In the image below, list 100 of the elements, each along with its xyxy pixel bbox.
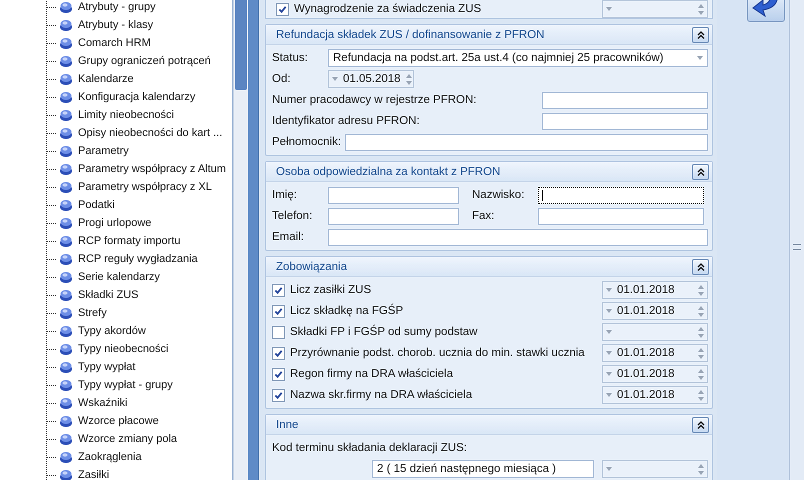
tree-item[interactable]: Typy wypłat - grupy xyxy=(78,379,173,391)
double-chevron-icon xyxy=(696,420,706,430)
caret-icon xyxy=(606,467,612,471)
tree-item[interactable]: Parametry współpracy z Altum xyxy=(78,163,226,175)
caret-icon xyxy=(606,309,612,313)
disk-icon xyxy=(59,162,73,176)
date-spinner[interactable]: 01.01.2018 xyxy=(602,365,708,383)
checkbox[interactable] xyxy=(272,326,285,338)
tree-item[interactable]: Podatki xyxy=(78,199,115,211)
section-title: Inne xyxy=(276,418,298,430)
checkbox-label: Nazwa skr.firmy na DRA właściciela xyxy=(290,389,474,401)
checkbox[interactable] xyxy=(272,284,285,296)
field-label: Od: xyxy=(272,73,292,85)
spinner[interactable] xyxy=(602,460,708,478)
tree-item[interactable]: Typy akordów xyxy=(78,325,146,337)
disk-icon xyxy=(59,468,73,480)
tree-item[interactable]: Limity nieobecności xyxy=(78,109,174,121)
input-field[interactable] xyxy=(538,208,704,224)
disk-icon xyxy=(59,306,73,320)
tree-item[interactable]: Strefy xyxy=(78,307,107,319)
collapse-button[interactable] xyxy=(692,164,709,180)
disk-icon xyxy=(59,270,73,284)
up-down-icon xyxy=(698,368,704,380)
checkbox[interactable] xyxy=(272,346,285,360)
tree-item[interactable]: Typy wypłat xyxy=(78,361,136,373)
checkbox-label: Składki FP i FGŚP od sumy podstaw xyxy=(290,326,478,338)
tree-item[interactable]: Atrybuty - klasy xyxy=(78,19,154,31)
input-field[interactable] xyxy=(328,228,708,246)
date-spinner[interactable]: 01.05.2018 xyxy=(328,70,414,88)
up-down-icon xyxy=(698,348,704,358)
checkbox[interactable] xyxy=(272,368,285,380)
caret-icon xyxy=(606,372,612,376)
checkbox-label: Przyrównanie podst. chorob. ucznia do min. stawki ucznia xyxy=(290,347,586,359)
collapse-button[interactable] xyxy=(692,258,709,274)
splitter-bar[interactable] xyxy=(248,0,259,480)
tree-item[interactable]: RCP formaty importu xyxy=(78,235,180,247)
checkbox-label: Licz składkę na FGŚP xyxy=(290,305,404,317)
tree-item[interactable]: Typy nieobecności xyxy=(78,343,168,355)
caret-icon xyxy=(606,393,612,397)
checkbox-label: Wynagrodzenie za świadczenia ZUS xyxy=(294,3,482,15)
scrollbar-thumb[interactable] xyxy=(235,0,247,90)
tree-item[interactable]: Kalendarze xyxy=(78,73,134,85)
tree-item[interactable]: Wzorce płacowe xyxy=(78,415,159,427)
tree-item[interactable]: Składki ZUS xyxy=(78,289,139,301)
up-down-icon xyxy=(698,464,704,474)
date-spinner[interactable]: 01.01.2018 xyxy=(602,281,708,299)
tree-item[interactable]: Parametry współpracy z XL xyxy=(78,181,212,193)
up-down-icon xyxy=(698,326,704,338)
date-spinner[interactable] xyxy=(602,0,708,18)
input-field[interactable] xyxy=(542,112,708,130)
field-label: Email: xyxy=(272,231,305,243)
disk-icon xyxy=(59,288,73,302)
date-spinner[interactable]: 01.01.2018 xyxy=(602,386,708,404)
caret-icon xyxy=(606,330,612,334)
tree-item[interactable]: Progi urlopowe xyxy=(78,217,152,229)
date-spinner[interactable]: 01.01.2018 xyxy=(602,302,708,320)
input-field[interactable] xyxy=(538,186,704,204)
caret-icon xyxy=(606,288,612,292)
caret-icon xyxy=(697,56,703,60)
tree-item[interactable]: Atrybuty - grupy xyxy=(78,1,156,13)
disk-icon xyxy=(59,144,73,158)
scrollbar[interactable] xyxy=(233,0,248,480)
tree-item[interactable]: RCP reguły wygładzania xyxy=(78,253,198,265)
status-combobox[interactable]: Refundacja na podst.art. 25a ust.4 (co najmniej 25 pracowników) xyxy=(328,49,708,67)
checkbox[interactable] xyxy=(276,2,289,16)
disk-icon xyxy=(59,360,73,374)
up-down-icon xyxy=(698,390,704,400)
collapse-button[interactable] xyxy=(692,26,709,42)
input-field[interactable] xyxy=(328,208,459,224)
field-label: Kod terminu składania deklaracji ZUS: xyxy=(272,442,467,454)
field-label: Status: xyxy=(272,52,309,64)
deadline-combobox[interactable]: 2 ( 15 dzień następnego miesiąca ) xyxy=(372,460,594,478)
tree-item[interactable]: Serie kalendarzy xyxy=(78,271,160,283)
caret-icon xyxy=(606,7,612,11)
checkbox[interactable] xyxy=(272,388,285,402)
field-label: Nazwisko: xyxy=(472,189,526,201)
double-chevron-icon xyxy=(696,166,706,176)
collapse-button[interactable] xyxy=(692,416,709,432)
tree-item[interactable]: Opisy nieobecności do kart ... xyxy=(78,127,222,139)
date-spinner[interactable] xyxy=(602,323,708,341)
input-field[interactable] xyxy=(345,134,708,150)
tree-item[interactable]: Wskaźniki xyxy=(78,397,128,409)
disk-icon xyxy=(59,234,73,248)
tree-item[interactable]: Parametry xyxy=(78,145,129,157)
input-field[interactable] xyxy=(328,186,459,204)
field-label: Numer pracodawcy w rejestrze PFRON: xyxy=(272,94,478,106)
checkbox[interactable] xyxy=(272,304,285,318)
scrollbar[interactable] xyxy=(789,0,804,480)
date-spinner[interactable]: 01.01.2018 xyxy=(602,344,708,362)
tree-item[interactable]: Zaokrąglenia xyxy=(78,451,142,463)
tree-item[interactable]: Konfiguracja kalendarzy xyxy=(78,91,196,103)
tree-item[interactable]: Comarch HRM xyxy=(78,37,151,49)
up-down-icon xyxy=(698,4,704,14)
disk-icon xyxy=(59,126,73,140)
tree-item[interactable]: Wzorce zmiany pola xyxy=(78,433,178,445)
disk-icon xyxy=(59,72,73,86)
disk-icon xyxy=(59,216,73,230)
tree-item[interactable]: Grupy ograniczeń potrąceń xyxy=(78,55,211,67)
input-field[interactable] xyxy=(542,92,708,108)
tree-item[interactable]: Zasiłki xyxy=(78,469,110,480)
